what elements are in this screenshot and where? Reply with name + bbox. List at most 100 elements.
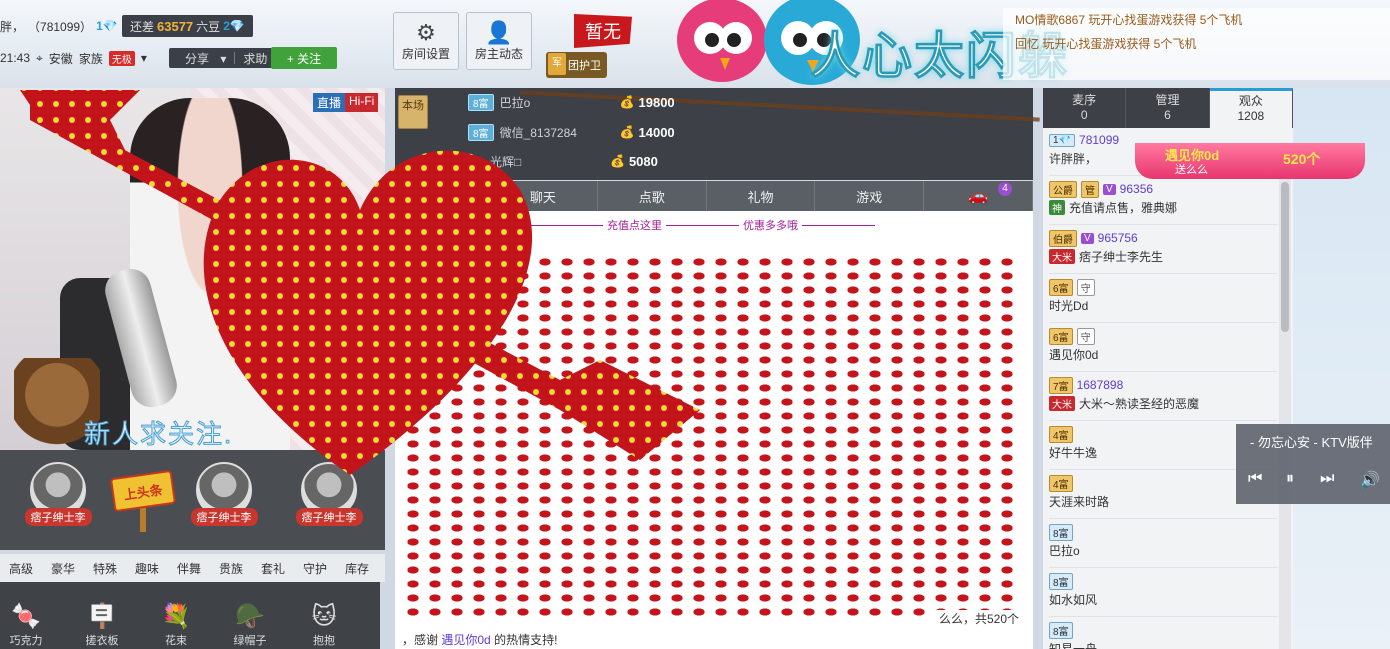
follow-button[interactable]: + 关注: [271, 47, 337, 69]
user-badge: 守: [1076, 327, 1095, 345]
coin-icon: 💰: [610, 154, 625, 168]
chat-gift-message: 么么，共520个: [935, 610, 1024, 627]
tab-audience[interactable]: 观众 1208: [1209, 88, 1293, 128]
headline-slot[interactable]: 痞子绅士李: [287, 462, 371, 542]
previous-icon[interactable]: ⏮: [1248, 470, 1262, 488]
user-badge: 公爵: [1049, 180, 1077, 198]
headline-slot[interactable]: 痞子绅士李: [16, 462, 100, 542]
gear-icon: ⚙: [416, 19, 436, 45]
audience-scrollbar[interactable]: [1279, 178, 1291, 649]
washboard-icon: 🪧: [87, 603, 117, 630]
user-name: 巴拉o: [1049, 543, 1080, 558]
share-help-group: 分享 ▾ 求助: [169, 48, 276, 68]
right-tabs: 麦序 0 管理 6 观众 1208: [1043, 88, 1293, 128]
room-settings-button[interactable]: ⚙ 房间设置: [393, 12, 459, 70]
meta-line: 21:43 ⌖ 安徽 家族 无极 ▾: [0, 48, 147, 68]
gift-tab[interactable]: 贵族: [210, 560, 252, 577]
hug-cat-icon: 🐱: [311, 603, 337, 630]
recharge-link[interactable]: 充值点这里: [607, 217, 662, 233]
list-item[interactable]: 7富 1687898 大米 大米～熟读圣经的恶魔: [1049, 373, 1277, 421]
tab-gift[interactable]: 礼物: [707, 181, 816, 211]
list-item[interactable]: 8富如水如风: [1049, 569, 1277, 617]
guard-button[interactable]: 军 团护卫: [546, 52, 607, 78]
user-name: 痞子绅士李先生: [1079, 249, 1164, 264]
user-badge: 7富: [1049, 376, 1073, 394]
next-icon[interactable]: ⏭: [1320, 470, 1334, 488]
user-badge: 6富: [1049, 327, 1073, 345]
coin-icon: 💰: [619, 95, 635, 109]
tab-admins[interactable]: 管理 6: [1126, 88, 1210, 128]
list-item[interactable]: 公爵管 V 96356 神充值请点售，雅典娜: [1049, 177, 1277, 225]
bouquet-icon: 💐: [161, 603, 191, 630]
goal-prefix: 还差: [130, 19, 155, 34]
user-badge: 管: [1081, 180, 1099, 198]
hifi-label: Hi-Fi: [345, 93, 379, 112]
video-player[interactable]: [0, 88, 385, 450]
gift-item[interactable]: 💐 花束: [146, 602, 206, 648]
gift-tab[interactable]: 趣味: [126, 560, 168, 577]
live-label: 直播: [313, 93, 346, 112]
gift-item[interactable]: 🪧 搓衣板: [72, 602, 132, 648]
gift-tab[interactable]: 伴舞: [168, 560, 210, 577]
song-title: - 勿忘心安 - KTV版伴: [1250, 435, 1373, 450]
pause-icon[interactable]: ⏸: [1286, 470, 1294, 488]
location-label: 安徽: [48, 51, 73, 66]
gift-item[interactable]: 🐱 抱抱: [294, 602, 354, 648]
user-badge: V: [1081, 232, 1094, 244]
user-name: 天涯来时路: [1049, 494, 1110, 509]
user-title-badge: 神: [1049, 199, 1065, 215]
user-id: 965756: [1097, 231, 1138, 245]
gift-tab[interactable]: 豪华: [42, 560, 84, 577]
discount-link[interactable]: 优惠多多哦: [743, 217, 798, 233]
help-button[interactable]: 求助: [235, 50, 275, 67]
kiss-gift-animation: [402, 255, 1022, 617]
tab-song[interactable]: 点歌: [598, 181, 707, 211]
host-id: （781099）: [28, 19, 93, 34]
gift-ticker: MO情歌6867 玩开心找蛋游戏获得 5个飞机 回忆 玩开心找蛋游戏获得 5个飞…: [1003, 8, 1390, 80]
family-badge[interactable]: 无极: [108, 50, 135, 66]
headline-slot[interactable]: 痞子绅士李: [182, 462, 266, 542]
list-item[interactable]: 8富 知易一舟: [1049, 618, 1277, 649]
tab-game[interactable]: 游戏: [815, 181, 925, 211]
chevron-down-icon[interactable]: ▾: [141, 51, 147, 65]
flag-badge[interactable]: 暂无: [574, 14, 632, 48]
list-item[interactable]: 6富守时光Dd: [1049, 275, 1277, 323]
owner-news-button[interactable]: 👤 房主动态: [466, 12, 532, 70]
volume-icon[interactable]: 🔊: [1360, 470, 1380, 490]
gift-tabs: 高级 豪华 特殊 趣味 伴舞 贵族 套礼 守护 库存: [0, 554, 385, 582]
user-title-badge: 大米: [1049, 248, 1075, 264]
kiss-gift-banner: 遇见你0d 送么么 520个: [1135, 143, 1365, 179]
gift-item[interactable]: 🍬 巧克力: [0, 602, 56, 648]
chat-user-link[interactable]: 遇见你0d: [441, 633, 490, 647]
tab-car[interactable]: 🚗 4: [924, 181, 1033, 211]
tab-mic-queue[interactable]: 麦序 0: [1043, 88, 1127, 128]
gift-item[interactable]: 🪖 绿帽子: [220, 602, 280, 648]
gift-tab[interactable]: 高级: [0, 560, 42, 577]
rank-row[interactable]: 光辉□ 💰 5080: [450, 147, 658, 175]
user-badge: 4富: [1049, 425, 1073, 443]
tab-chat[interactable]: 聊天: [489, 181, 598, 211]
gift-tab[interactable]: 套礼: [252, 560, 294, 577]
rank-row[interactable]: 8富 巴拉o 💰 19800: [450, 88, 675, 116]
location-pin-icon: ⌖: [36, 50, 43, 65]
gift-list: 🍬 巧克力 🪧 搓衣板 💐 花束 🪖 绿帽子 🐱 抱抱: [0, 582, 380, 649]
gift-tab[interactable]: 库存: [336, 560, 378, 577]
user-badge: 8富: [1049, 572, 1073, 590]
list-item[interactable]: 8富 巴拉o: [1049, 520, 1277, 568]
host-level-diamond-icon: 1💎: [96, 19, 118, 33]
ticker-item: MO情歌6867 玩开心找蛋游戏获得 5个飞机: [1015, 13, 1243, 27]
user-badge: 伯爵: [1049, 229, 1077, 247]
list-item[interactable]: 伯爵 V 965756 大米 痞子绅士李先生: [1049, 226, 1277, 274]
share-button[interactable]: 分享 ▾: [169, 50, 234, 67]
rank-row[interactable]: 8富 微信_8137284 💰 14000: [450, 118, 675, 146]
user-name: 充值请点售，雅典娜: [1069, 200, 1178, 215]
user-badge: 4富: [1049, 474, 1073, 492]
gift-tab[interactable]: 守护: [294, 560, 336, 577]
ticker-item: 回忆 玩开心找蛋游戏获得 5个飞机: [1015, 37, 1197, 51]
user-name: 如水如风: [1049, 592, 1098, 607]
list-item[interactable]: 6富守遇见你0d: [1049, 324, 1277, 372]
user-name: 遇见你0d: [1049, 347, 1099, 362]
user-badge: V: [1103, 183, 1116, 195]
gift-tab[interactable]: 特殊: [84, 560, 126, 577]
chat-thanks-message: ，感谢 遇见你0d 的热情支持!: [402, 633, 558, 647]
